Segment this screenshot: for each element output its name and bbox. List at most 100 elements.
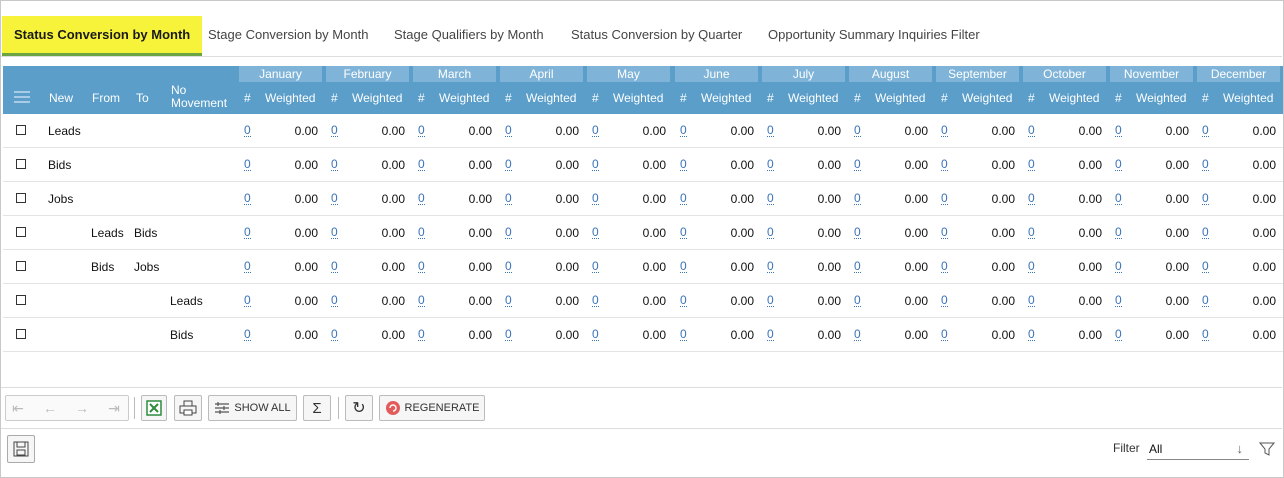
count-link[interactable]: 0: [1028, 294, 1035, 307]
save-layout-button[interactable]: [7, 435, 35, 463]
table-row[interactable]: Leads 0 0.00 0 0.00 0 0.00 0 0.00 0 0.00 0 0.00 0 0.00…: [3, 114, 1283, 148]
count-link[interactable]: 0: [1115, 226, 1122, 239]
count-link[interactable]: 0: [854, 260, 861, 273]
count-link[interactable]: 0: [680, 328, 687, 341]
table-row[interactable]: Jobs 0 0.00 0 0.00 0 0.00 0 0.00 0 0.00 0 0.00 0 0.00 0…: [3, 182, 1283, 216]
count-link[interactable]: 0: [244, 260, 251, 273]
count-link[interactable]: 0: [592, 192, 599, 205]
row-checkbox[interactable]: [16, 329, 26, 339]
tab-opportunity-summary-inquiries-filter[interactable]: Opportunity Summary Inquiries Filter: [768, 16, 980, 56]
count-link[interactable]: 0: [941, 192, 948, 205]
column-header-count[interactable]: #: [244, 91, 251, 105]
column-header-weighted[interactable]: Weighted: [613, 91, 663, 105]
column-header-weighted[interactable]: Weighted: [352, 91, 402, 105]
count-link[interactable]: 0: [418, 158, 425, 171]
column-header-weighted[interactable]: Weighted: [526, 91, 576, 105]
count-link[interactable]: 0: [418, 226, 425, 239]
show-all-button[interactable]: SHOW ALL: [208, 395, 297, 421]
count-link[interactable]: 0: [244, 226, 251, 239]
regenerate-button[interactable]: REGENERATE: [379, 395, 485, 421]
count-link[interactable]: 0: [854, 158, 861, 171]
count-link[interactable]: 0: [1028, 158, 1035, 171]
column-header-count[interactable]: #: [418, 91, 425, 105]
count-link[interactable]: 0: [1202, 294, 1209, 307]
table-row[interactable]: Leads Bids 0 0.00 0 0.00 0 0.00 0 0.00 0 0.00 0 0.00 0…: [3, 216, 1283, 250]
count-link[interactable]: 0: [767, 192, 774, 205]
count-link[interactable]: 0: [854, 328, 861, 341]
count-link[interactable]: 0: [680, 192, 687, 205]
count-link[interactable]: 0: [1115, 192, 1122, 205]
column-header-weighted[interactable]: Weighted: [875, 91, 925, 105]
count-link[interactable]: 0: [505, 260, 512, 273]
count-link[interactable]: 0: [1115, 158, 1122, 171]
tab-status-conversion-by-month[interactable]: Status Conversion by Month: [2, 16, 203, 56]
count-link[interactable]: 0: [244, 124, 251, 137]
count-link[interactable]: 0: [592, 328, 599, 341]
count-link[interactable]: 0: [331, 328, 338, 341]
count-link[interactable]: 0: [592, 294, 599, 307]
count-link[interactable]: 0: [1028, 226, 1035, 239]
row-checkbox[interactable]: [16, 193, 26, 203]
count-link[interactable]: 0: [505, 226, 512, 239]
count-link[interactable]: 0: [1202, 192, 1209, 205]
row-checkbox[interactable]: [16, 227, 26, 237]
count-link[interactable]: 0: [418, 124, 425, 137]
count-link[interactable]: 0: [1202, 328, 1209, 341]
count-link[interactable]: 0: [592, 124, 599, 137]
column-header-weighted[interactable]: Weighted: [1049, 91, 1099, 105]
row-checkbox[interactable]: [16, 125, 26, 135]
count-link[interactable]: 0: [331, 158, 338, 171]
count-link[interactable]: 0: [1202, 260, 1209, 273]
count-link[interactable]: 0: [767, 226, 774, 239]
column-header-count[interactable]: #: [505, 91, 512, 105]
next-page-icon[interactable]: →: [72, 400, 92, 416]
column-header-count[interactable]: #: [331, 91, 338, 105]
count-link[interactable]: 0: [1028, 260, 1035, 273]
count-link[interactable]: 0: [680, 226, 687, 239]
count-link[interactable]: 0: [941, 226, 948, 239]
count-link[interactable]: 0: [505, 294, 512, 307]
column-header-count[interactable]: #: [854, 91, 861, 105]
print-button[interactable]: [174, 395, 202, 421]
count-link[interactable]: 0: [1202, 158, 1209, 171]
count-link[interactable]: 0: [1115, 124, 1122, 137]
column-header-weighted[interactable]: Weighted: [1223, 91, 1273, 105]
count-link[interactable]: 0: [331, 294, 338, 307]
count-link[interactable]: 0: [505, 158, 512, 171]
count-link[interactable]: 0: [854, 124, 861, 137]
count-link[interactable]: 0: [680, 294, 687, 307]
column-header-new[interactable]: New: [49, 91, 73, 105]
column-header-count[interactable]: #: [1202, 91, 1209, 105]
count-link[interactable]: 0: [505, 328, 512, 341]
tab-stage-conversion-by-month[interactable]: Stage Conversion by Month: [208, 16, 368, 56]
count-link[interactable]: 0: [331, 226, 338, 239]
column-header-weighted[interactable]: Weighted: [439, 91, 489, 105]
tab-stage-qualifiers-by-month[interactable]: Stage Qualifiers by Month: [394, 16, 544, 56]
count-link[interactable]: 0: [767, 328, 774, 341]
column-header-weighted[interactable]: Weighted: [1136, 91, 1186, 105]
count-link[interactable]: 0: [592, 158, 599, 171]
sum-button[interactable]: Σ: [303, 395, 331, 421]
count-link[interactable]: 0: [1028, 328, 1035, 341]
count-link[interactable]: 0: [1028, 124, 1035, 137]
excel-export-button[interactable]: [141, 395, 167, 421]
column-menu-icon[interactable]: [14, 91, 30, 103]
count-link[interactable]: 0: [331, 124, 338, 137]
column-header-from[interactable]: From: [92, 91, 120, 105]
count-link[interactable]: 0: [941, 158, 948, 171]
count-link[interactable]: 0: [941, 328, 948, 341]
column-header-weighted[interactable]: Weighted: [962, 91, 1012, 105]
column-header-to[interactable]: To: [136, 91, 149, 105]
count-link[interactable]: 0: [244, 158, 251, 171]
count-link[interactable]: 0: [854, 294, 861, 307]
count-link[interactable]: 0: [418, 328, 425, 341]
count-link[interactable]: 0: [418, 192, 425, 205]
count-link[interactable]: 0: [592, 260, 599, 273]
count-link[interactable]: 0: [505, 124, 512, 137]
count-link[interactable]: 0: [767, 158, 774, 171]
column-header-weighted[interactable]: Weighted: [265, 91, 315, 105]
count-link[interactable]: 0: [244, 294, 251, 307]
column-header-weighted[interactable]: Weighted: [701, 91, 751, 105]
count-link[interactable]: 0: [244, 192, 251, 205]
filter-select[interactable]: All ↓: [1147, 438, 1249, 460]
